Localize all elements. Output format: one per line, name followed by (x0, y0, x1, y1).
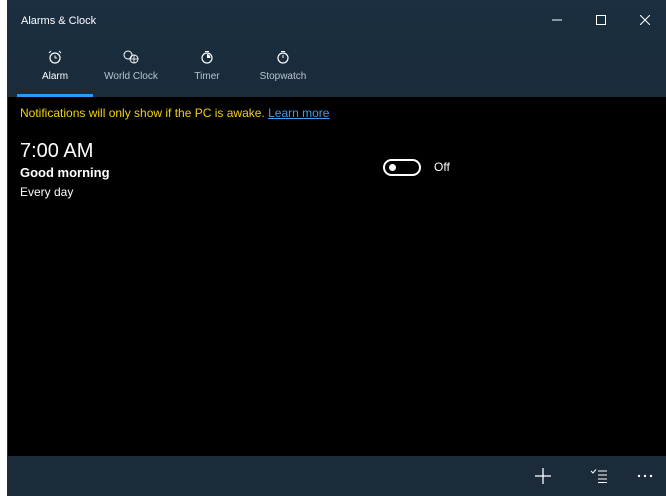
tab-label: Timer (194, 71, 220, 82)
select-alarms-button[interactable] (577, 456, 621, 496)
window-title: Alarms & Clock (21, 15, 97, 27)
command-bar (8, 456, 666, 496)
desktop-edge (0, 0, 7, 496)
maximize-button[interactable] (579, 0, 623, 40)
tab-timer[interactable]: Timer (169, 47, 245, 97)
alarm-icon (48, 50, 62, 64)
close-icon (640, 15, 650, 25)
window-controls (535, 0, 666, 40)
tab-label: World Clock (104, 71, 158, 82)
add-alarm-button[interactable] (521, 456, 565, 496)
notice-text: Notifications will only show if the PC i… (20, 106, 265, 120)
globe-clock-icon (123, 50, 139, 64)
app-window: Alarms & Clock Alarm World Clock Timer S… (7, 0, 666, 496)
alarm-name: Good morning (20, 165, 110, 180)
tab-stopwatch[interactable]: Stopwatch (245, 47, 321, 97)
maximize-icon (596, 15, 606, 25)
more-button[interactable] (623, 456, 666, 496)
more-icon (637, 474, 653, 478)
app-header: Alarms & Clock Alarm World Clock Timer S… (8, 0, 666, 97)
close-button[interactable] (623, 0, 666, 40)
toggle-knob (389, 164, 396, 171)
awake-notice: Notifications will only show if the PC i… (20, 106, 329, 120)
alarm-toggle[interactable] (383, 159, 421, 176)
tab-label: Stopwatch (259, 71, 307, 82)
tab-label: Alarm (41, 71, 69, 82)
learn-more-link[interactable]: Learn more (268, 106, 329, 120)
stopwatch-icon (277, 51, 289, 64)
minimize-button[interactable] (535, 0, 579, 40)
alarm-repeat: Every day (20, 185, 74, 199)
tab-world-clock[interactable]: World Clock (93, 47, 169, 97)
toggle-state-label: Off (434, 160, 450, 174)
add-icon (535, 468, 551, 484)
alarm-time: 7:00 AM (20, 140, 94, 162)
timer-icon (201, 51, 213, 64)
tab-bar: Alarm World Clock Timer Stopwatch (17, 47, 321, 97)
select-icon (590, 469, 607, 483)
minimize-icon (552, 19, 562, 21)
tab-alarm[interactable]: Alarm (17, 47, 93, 97)
